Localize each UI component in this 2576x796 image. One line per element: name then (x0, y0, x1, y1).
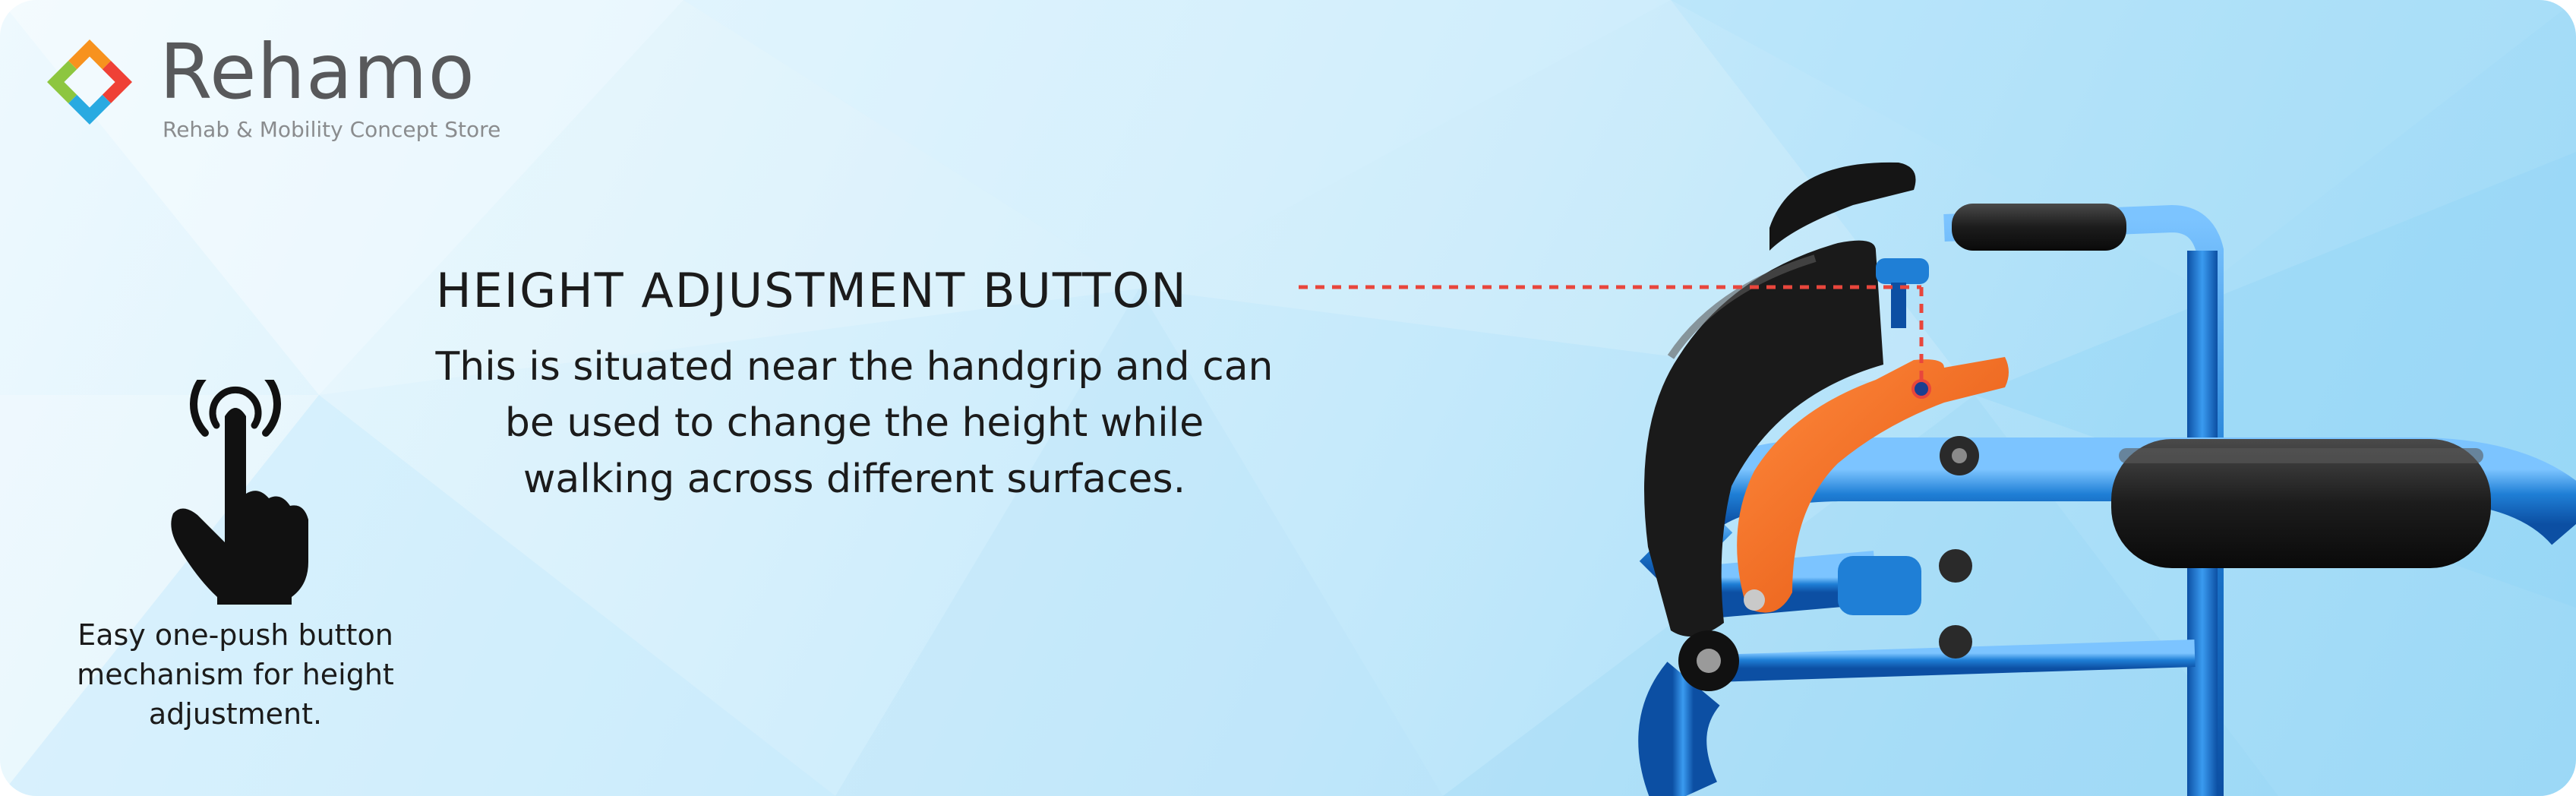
logo-mark-icon (47, 39, 132, 125)
feature-description: This is situated near the handgrip and c… (435, 344, 1274, 502)
brand-tagline: Rehab & Mobility Concept Store (163, 117, 501, 142)
touch-hand-icon (171, 380, 308, 605)
highlight-caption: Easy one-push button mechanism for heigh… (77, 618, 394, 731)
product-feature-banner: Rehamo Rehab & Mobility Concept Store HE… (0, 0, 2576, 796)
walker-handgrip-photo (1638, 162, 2576, 796)
feature-title: HEIGHT ADJUSTMENT BUTTON (436, 263, 1188, 318)
brand-logo[interactable]: Rehamo Rehab & Mobility Concept Store (36, 21, 568, 142)
brand-name: Rehamo (159, 27, 475, 116)
